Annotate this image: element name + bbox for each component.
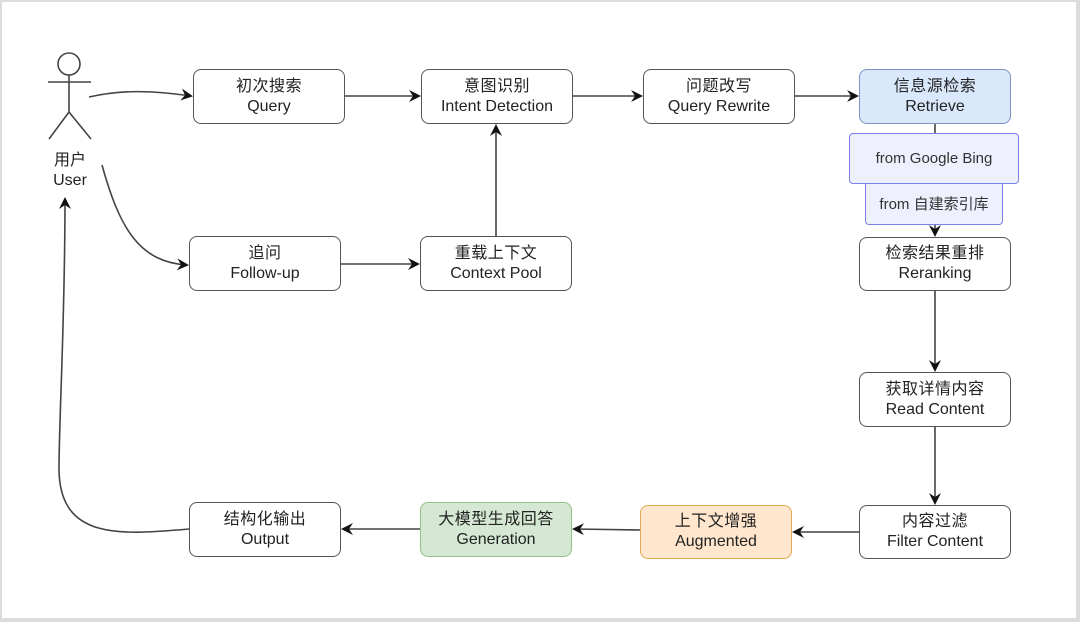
node-intent-en: Intent Detection (440, 97, 554, 115)
node-generate-en: Generation (456, 530, 536, 548)
node-read-en: Read Content (885, 400, 985, 418)
actor-user-label: 用户 User (40, 151, 100, 191)
node-filter-en: Filter Content (886, 533, 984, 550)
node-followup-zh: 追问 (248, 244, 282, 262)
node-read-zh: 获取详情内容 (885, 380, 985, 398)
stick-figure-icon (48, 52, 92, 140)
node-reranking[interactable]: 检索结果重排 Reranking (859, 237, 1011, 291)
edge-augment-generate (572, 523, 641, 536)
node-source-web-label: from Google Bing (875, 149, 993, 167)
node-generation[interactable]: 大模型生成回答 Generation (420, 502, 572, 557)
node-augmented[interactable]: 上下文增强 Augmented (640, 505, 792, 559)
node-source-web[interactable]: from Google Bing (849, 133, 1019, 184)
node-source-index-label: from 自建索引库 (879, 195, 989, 213)
node-augment-zh: 上下文增强 (674, 513, 758, 530)
node-rewrite-zh: 问题改写 (685, 77, 752, 95)
node-context-zh: 重载上下文 (454, 244, 538, 262)
actor-user-en: User (53, 172, 87, 189)
node-retrieve[interactable]: 信息源检索 Retrieve (859, 69, 1011, 124)
node-augment-en: Augmented (675, 533, 757, 550)
edge-user-query (88, 88, 193, 101)
node-intent-zh: 意图识别 (463, 77, 530, 95)
node-context-pool[interactable]: 重载上下文 Context Pool (420, 236, 572, 291)
node-context-en: Context Pool (450, 264, 542, 282)
node-filter-content[interactable]: 内容过滤 Filter Content (859, 505, 1011, 559)
node-query[interactable]: 初次搜索 Query (193, 69, 345, 124)
node-query-en: Query (247, 97, 291, 115)
node-intent-detection[interactable]: 意图识别 Intent Detection (421, 69, 573, 124)
node-query-zh: 初次搜索 (235, 77, 302, 95)
node-read-content[interactable]: 获取详情内容 Read Content (859, 372, 1011, 427)
node-rerank-en: Reranking (898, 265, 972, 282)
node-output-en: Output (240, 530, 290, 548)
edge-user-followup (101, 164, 189, 271)
node-source-index[interactable]: from 自建索引库 (865, 178, 1003, 225)
node-query-rewrite[interactable]: 问题改写 Query Rewrite (643, 69, 795, 124)
node-follow-up[interactable]: 追问 Follow-up (189, 236, 341, 291)
edge-output-user (58, 197, 190, 533)
node-followup-en: Follow-up (230, 264, 300, 282)
node-generate-zh: 大模型生成回答 (438, 510, 554, 528)
node-rerank-zh: 检索结果重排 (885, 245, 985, 262)
node-filter-zh: 内容过滤 (901, 513, 968, 530)
node-retrieve-en: Retrieve (905, 97, 965, 115)
node-retrieve-zh: 信息源检索 (893, 77, 977, 95)
node-rewrite-en: Query Rewrite (667, 97, 771, 115)
actor-user-zh: 用户 (53, 152, 86, 169)
node-output[interactable]: 结构化输出 Output (189, 502, 341, 557)
node-output-zh: 结构化输出 (223, 510, 307, 528)
